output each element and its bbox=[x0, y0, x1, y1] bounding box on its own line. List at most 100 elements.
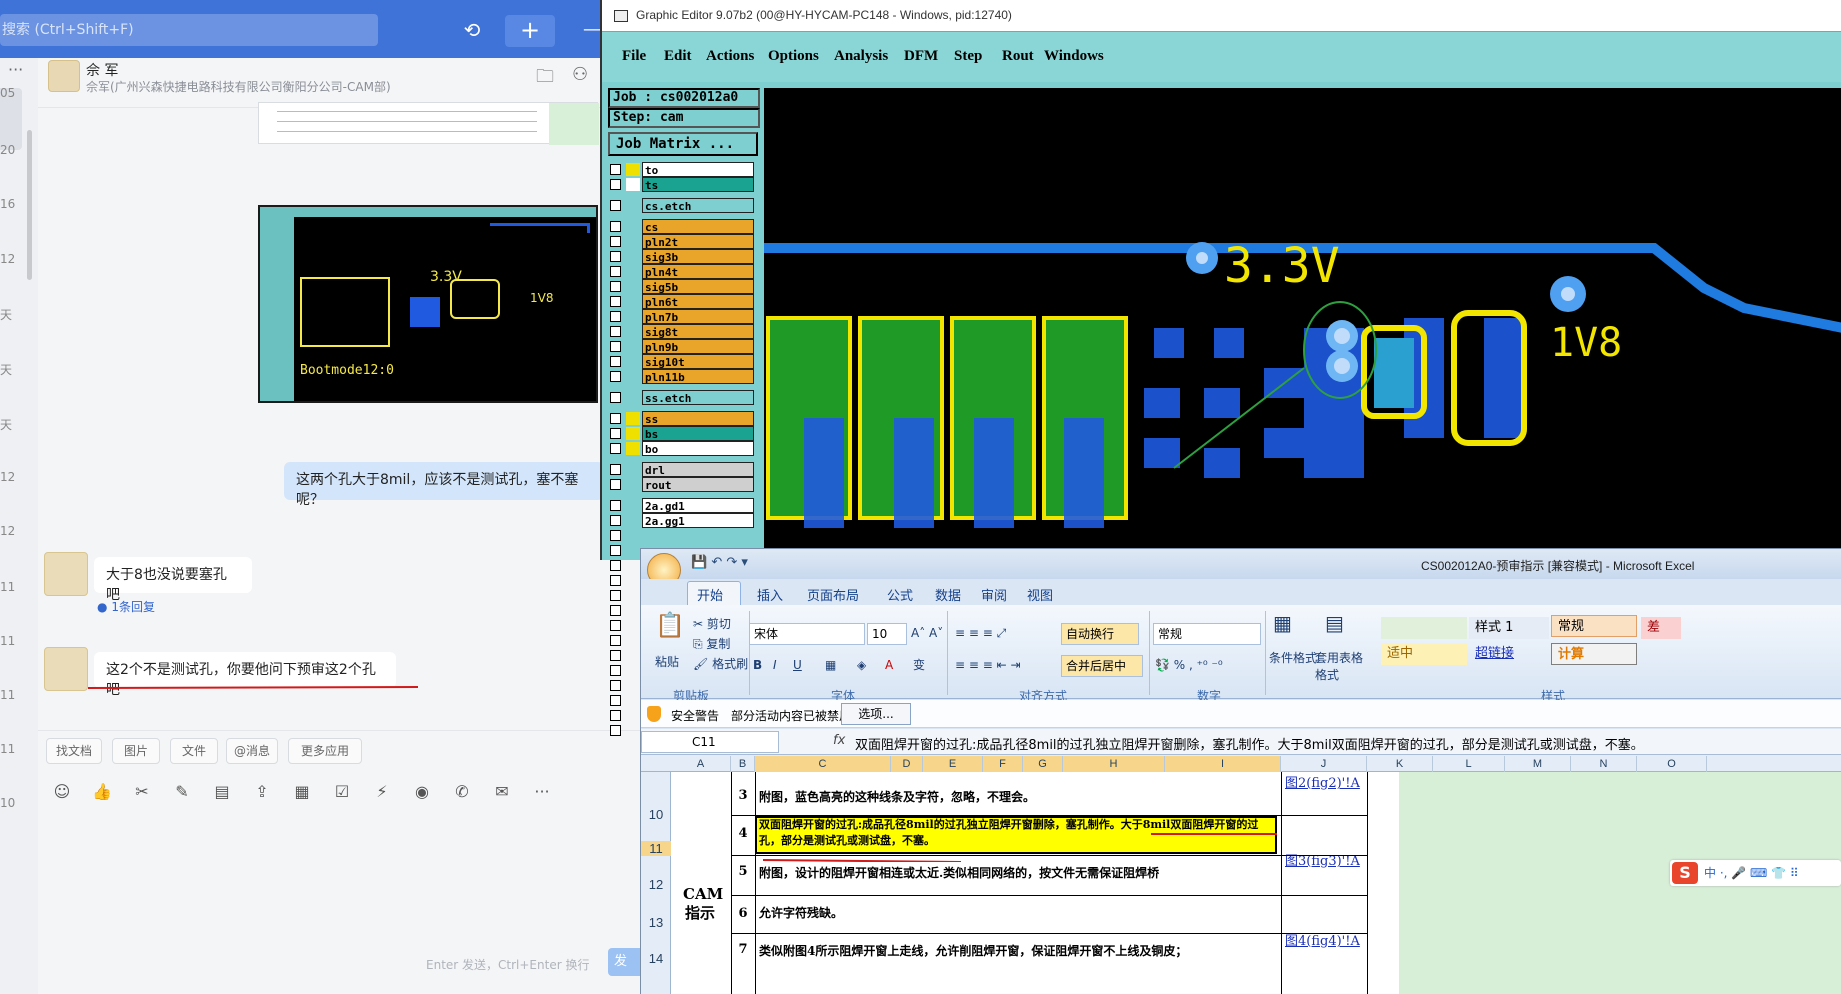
layer-checkbox[interactable] bbox=[610, 428, 621, 439]
layer-checkbox[interactable] bbox=[610, 635, 621, 646]
more-icon[interactable]: ··· bbox=[8, 60, 23, 79]
menu-step[interactable]: Step bbox=[954, 48, 982, 65]
menu-actions[interactable]: Actions bbox=[706, 48, 754, 65]
image-thumbnail-spreadsheet[interactable] bbox=[258, 102, 599, 145]
bold-button[interactable]: B bbox=[753, 655, 762, 677]
new-chat-button[interactable]: + bbox=[505, 15, 555, 47]
add-person-icon[interactable]: ⚇ bbox=[572, 64, 588, 85]
style-hyperlink[interactable]: 超链接 bbox=[1469, 643, 1549, 665]
like-icon[interactable]: 👍 bbox=[90, 780, 114, 804]
layer-checkbox[interactable] bbox=[610, 281, 621, 292]
layer-checkbox[interactable] bbox=[610, 392, 621, 403]
layer-checkbox[interactable] bbox=[610, 545, 621, 556]
layer-checkbox[interactable] bbox=[610, 530, 621, 541]
layer-name[interactable]: sig10t bbox=[642, 354, 754, 369]
conditional-format-button[interactable]: 条件格式 bbox=[1269, 649, 1317, 666]
cell-text[interactable]: 类似附图4所示阻焊开窗上走线，允许削阻焊开窗，保证阻焊开窗不上线及铜皮； bbox=[759, 943, 1274, 960]
menu-dfm[interactable]: DFM bbox=[904, 48, 938, 65]
folder-icon[interactable]: 🗀 bbox=[536, 64, 554, 94]
conditional-format-icon[interactable]: ▦ bbox=[1273, 611, 1292, 635]
style-neutral[interactable]: 适中 bbox=[1381, 643, 1467, 665]
avatar[interactable] bbox=[44, 647, 88, 691]
message-incoming[interactable]: 大于8也没说要塞孔吧 bbox=[94, 557, 252, 603]
avatar[interactable] bbox=[44, 552, 88, 596]
menu-analysis[interactable]: Analysis bbox=[834, 48, 888, 65]
mention-button[interactable]: @消息 bbox=[226, 738, 278, 764]
number-format-buttons[interactable]: 💱 % , ⁺⁰ ⁻⁰ bbox=[1155, 655, 1223, 677]
layer-checkbox[interactable] bbox=[610, 236, 621, 247]
layer-row[interactable]: bo bbox=[608, 441, 756, 456]
layer-row[interactable]: 2a.gd1 bbox=[608, 498, 756, 513]
table-format-button[interactable]: 套用表格格式 bbox=[1315, 649, 1371, 683]
layer-row[interactable]: pln9b bbox=[608, 339, 756, 354]
layer-checkbox[interactable] bbox=[610, 326, 621, 337]
edit-icon[interactable]: ✎ bbox=[170, 780, 194, 804]
column-header[interactable]: D bbox=[891, 756, 923, 772]
quick-access-toolbar[interactable]: 💾 ↶ ↷ ▾ bbox=[691, 555, 748, 570]
lightning-icon[interactable]: ⚡ bbox=[370, 780, 394, 804]
layer-checkbox[interactable] bbox=[610, 680, 621, 691]
layer-checkbox[interactable] bbox=[610, 500, 621, 511]
layer-checkbox[interactable] bbox=[610, 296, 621, 307]
column-header[interactable]: O bbox=[1637, 756, 1707, 772]
menu-file[interactable]: File bbox=[622, 48, 646, 65]
layer-row[interactable]: sig10t bbox=[608, 354, 756, 369]
column-header[interactable]: N bbox=[1571, 756, 1637, 772]
column-header[interactable]: E bbox=[923, 756, 983, 772]
row-header[interactable]: 10 bbox=[641, 807, 671, 822]
font-color-button[interactable]: A bbox=[885, 655, 893, 677]
layer-checkbox[interactable] bbox=[610, 605, 621, 616]
column-header[interactable]: L bbox=[1433, 756, 1505, 772]
doc-add-icon[interactable]: ▤ bbox=[210, 780, 234, 804]
layer-name[interactable]: bo bbox=[642, 441, 754, 456]
phone-icon[interactable]: ✆ bbox=[450, 780, 474, 804]
layer-checkbox[interactable] bbox=[610, 356, 621, 367]
fill-color-button[interactable]: ◈ bbox=[857, 655, 866, 677]
italic-button[interactable]: I bbox=[773, 655, 777, 677]
layer-name[interactable]: 2a.gg1 bbox=[642, 513, 754, 528]
layer-row[interactable]: ss bbox=[608, 411, 756, 426]
message-incoming[interactable]: 这2个不是测试孔，你要他问下预审这2个孔吧 bbox=[94, 652, 396, 698]
search-input[interactable]: 搜索 (Ctrl+Shift+F) bbox=[0, 14, 378, 46]
file-button[interactable]: 文件 bbox=[170, 738, 218, 764]
style-normal[interactable]: 常规 bbox=[1551, 615, 1637, 637]
tab-data[interactable]: 数据 bbox=[935, 585, 961, 604]
phonetic-button[interactable]: 变 bbox=[913, 655, 925, 677]
column-header[interactable]: F bbox=[983, 756, 1023, 772]
name-box[interactable]: C11 bbox=[641, 731, 779, 753]
layer-checkbox[interactable] bbox=[610, 515, 621, 526]
paste-button[interactable]: 粘贴 bbox=[655, 653, 679, 670]
layer-row[interactable]: cs.etch bbox=[608, 198, 756, 213]
cell-link[interactable]: 图4(fig4)'!A bbox=[1285, 933, 1369, 950]
menu-edit[interactable]: Edit bbox=[664, 48, 692, 65]
image-thumbnail-editor[interactable]: 3.3V 1V8 Bootmode12:0 bbox=[258, 205, 598, 403]
layer-checkbox[interactable] bbox=[610, 251, 621, 262]
layer-row[interactable]: ts bbox=[608, 177, 756, 192]
layer-name[interactable]: cs bbox=[642, 219, 754, 234]
copy-button[interactable]: ⎘ 复制 bbox=[693, 635, 730, 652]
layer-checkbox[interactable] bbox=[610, 590, 621, 601]
layer-checkbox[interactable] bbox=[610, 560, 621, 571]
layer-name[interactable]: cs.etch bbox=[642, 198, 754, 213]
column-header[interactable]: H bbox=[1063, 756, 1165, 772]
layer-name[interactable]: pln2t bbox=[642, 234, 754, 249]
wrap-text-button[interactable]: 自动换行 bbox=[1061, 623, 1139, 645]
layer-name[interactable]: sig8t bbox=[642, 324, 754, 339]
layer-name[interactable]: 2a.gd1 bbox=[642, 498, 754, 513]
style-calc[interactable]: 计算 bbox=[1551, 643, 1637, 665]
emoji-icon[interactable]: ☺ bbox=[50, 780, 74, 804]
layer-row[interactable]: ss.etch bbox=[608, 390, 756, 405]
layer-checkbox[interactable] bbox=[610, 650, 621, 661]
column-header[interactable]: M bbox=[1505, 756, 1571, 772]
security-options-button[interactable]: 选项... bbox=[841, 703, 911, 725]
column-header[interactable]: A bbox=[671, 756, 731, 772]
cut-button[interactable]: ✂ 剪切 bbox=[693, 615, 731, 632]
layer-name[interactable]: sig3b bbox=[642, 249, 754, 264]
layer-checkbox[interactable] bbox=[610, 479, 621, 490]
layer-checkbox[interactable] bbox=[610, 311, 621, 322]
layer-row[interactable]: sig3b bbox=[608, 249, 756, 264]
style-blank[interactable] bbox=[1381, 617, 1467, 639]
tab-view[interactable]: 视图 bbox=[1027, 585, 1053, 604]
cell-link[interactable]: 图2(fig2)'!A bbox=[1285, 775, 1369, 792]
layer-row[interactable]: drl bbox=[608, 462, 756, 477]
